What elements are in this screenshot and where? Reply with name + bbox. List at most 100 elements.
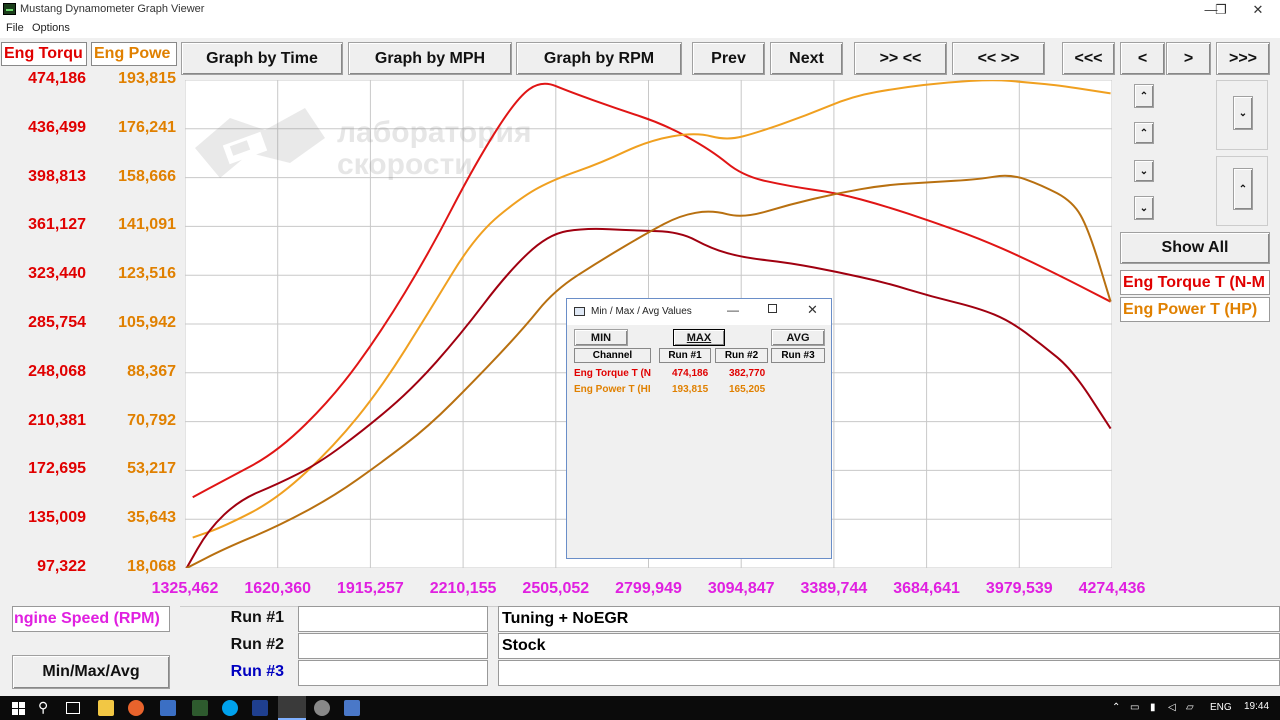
last-button[interactable]: >>>	[1216, 42, 1270, 75]
tray-battery-icon[interactable]: ▮	[1150, 702, 1156, 713]
dialog-row-torque-run1: 474,186	[672, 368, 709, 379]
menu-file[interactable]: File	[6, 22, 24, 34]
torque-tick-label: 210,381	[28, 411, 86, 429]
channel-power[interactable]: Eng Power T (HP)	[1120, 297, 1270, 322]
forward-button[interactable]: >	[1166, 42, 1211, 75]
scale-down-icon[interactable]: ⌄	[1134, 160, 1154, 182]
run-1-description[interactable]: Tuning + NoEGR	[498, 606, 1280, 632]
shift-down-icon[interactable]: ⌃	[1233, 168, 1253, 210]
torque-tick-label: 135,009	[28, 509, 86, 527]
scale-up-fast-icon[interactable]: ⌃	[1134, 84, 1154, 108]
tray-language[interactable]: ENG	[1210, 702, 1232, 713]
run-3-file[interactable]	[298, 660, 488, 686]
channel-torque[interactable]: Eng Torque T (N-M	[1120, 270, 1270, 295]
dialog-row-power-run1: 193,815	[672, 384, 709, 395]
torque-tick-label: 361,127	[28, 216, 86, 234]
photos-icon[interactable]	[344, 700, 360, 716]
scale-up-icon[interactable]: ⌃	[1134, 122, 1154, 144]
run-1-label: Run #1	[230, 609, 284, 626]
watermark-text-2: скорости	[337, 148, 473, 181]
dialog-row-power-run2: 165,205	[729, 384, 766, 395]
active-dyno-task-icon[interactable]	[278, 696, 306, 720]
power-tick-label: 70,792	[127, 411, 176, 429]
run-3-label: Run #3	[230, 663, 284, 680]
min-max-avg-button[interactable]: Min/Max/Avg	[12, 655, 170, 689]
tray-network-icon[interactable]: ▭	[1130, 702, 1139, 713]
app-icon-2[interactable]	[252, 700, 268, 716]
dyno-app-icon[interactable]	[192, 700, 208, 716]
run-2-file[interactable]	[298, 633, 488, 659]
dialog-row-power-channel: Eng Power T (HI	[574, 384, 651, 395]
app-icon-3[interactable]	[314, 700, 330, 716]
task-view-icon[interactable]	[66, 702, 80, 714]
x-channel-selector[interactable]: ngine Speed (RPM)	[12, 606, 170, 632]
tray-notification-icon[interactable]: ▱	[1186, 702, 1194, 713]
window-title: Mustang Dynamometer Graph Viewer	[20, 3, 205, 15]
run-3-description[interactable]	[498, 660, 1280, 686]
dialog-minimize-icon[interactable]: —	[727, 303, 739, 317]
power-tick-label: 53,217	[127, 460, 176, 478]
dialog-col-run3: Run #3	[771, 348, 825, 363]
power-tick-label: 141,091	[118, 216, 176, 234]
power-tick-label: 193,815	[118, 70, 176, 87]
next-button[interactable]: Next	[770, 42, 843, 75]
menu-bar	[0, 20, 1280, 38]
power-tick-label: 88,367	[127, 362, 176, 380]
torque-tick-label: 436,499	[28, 118, 86, 136]
torque-tick-label: 285,754	[28, 314, 86, 331]
dialog-max-button[interactable]: MAX	[673, 329, 725, 346]
min-max-avg-dialog: Min / Max / Avg Values — ✕ MIN MAX AVG C…	[566, 298, 832, 559]
show-all-button[interactable]: Show All	[1120, 232, 1270, 264]
skype-icon[interactable]	[222, 700, 238, 716]
search-icon[interactable]: ⚲	[38, 699, 48, 716]
zoom-out-x-button[interactable]: << >>	[952, 42, 1045, 75]
torque-tick-label: 323,440	[28, 265, 86, 283]
dialog-row-torque-channel: Eng Torque T (N	[574, 368, 652, 379]
firefox-icon[interactable]	[128, 700, 144, 716]
windows-start-icon[interactable]	[12, 702, 25, 715]
torque-tick-label: 248,068	[28, 362, 86, 380]
graph-by-rpm-button[interactable]: Graph by RPM	[516, 42, 682, 75]
back-button[interactable]: <	[1120, 42, 1165, 75]
run-1-file[interactable]	[298, 606, 488, 632]
run-2-description[interactable]: Stock	[498, 633, 1280, 659]
tray-clock[interactable]: 19:44	[1244, 701, 1269, 712]
watermark-logo: лаборатория скорости	[195, 108, 532, 181]
torque-tick-label: 172,695	[28, 460, 86, 478]
dialog-avg-button[interactable]: AVG	[771, 329, 825, 346]
graph-by-time-button[interactable]: Graph by Time	[181, 42, 343, 75]
tray-chevron-icon[interactable]: ⌃	[1112, 702, 1120, 713]
first-button[interactable]: <<<	[1062, 42, 1115, 75]
dialog-col-run1: Run #1	[659, 348, 711, 363]
app-icon	[3, 3, 16, 15]
power-axis-header: Eng Powe	[91, 42, 177, 66]
tray-volume-icon[interactable]: ◁	[1168, 702, 1176, 713]
torque-tick-label: 474,186	[28, 70, 86, 87]
dialog-maximize-icon[interactable]	[768, 304, 777, 313]
torque-axis-header: Eng Torqu	[1, 42, 87, 66]
power-tick-label: 158,666	[118, 167, 176, 185]
power-tick-label: 123,516	[118, 265, 176, 283]
dialog-row-torque-run2: 382,770	[729, 368, 766, 379]
torque-tick-label: 97,322	[37, 558, 86, 575]
torque-tick-label: 398,813	[28, 167, 86, 185]
power-tick-label: 35,643	[127, 509, 176, 527]
dialog-title: Min / Max / Avg Values	[591, 306, 692, 317]
close-button[interactable]: ✕	[1240, 0, 1276, 20]
zoom-in-x-button[interactable]: >> <<	[854, 42, 947, 75]
power-tick-label: 18,068	[127, 558, 176, 575]
scale-down-fast-icon[interactable]: ⌄	[1134, 196, 1154, 220]
run-2-label: Run #2	[230, 636, 284, 653]
graph-by-mph-button[interactable]: Graph by MPH	[348, 42, 512, 75]
maximize-button[interactable]: ❐	[1204, 0, 1238, 20]
menu-options[interactable]: Options	[32, 22, 70, 34]
dialog-close-icon[interactable]: ✕	[807, 302, 818, 318]
file-explorer-icon[interactable]	[98, 700, 114, 716]
save-disk-icon[interactable]	[160, 700, 176, 716]
dialog-min-button[interactable]: MIN	[574, 329, 628, 346]
dialog-col-run2: Run #2	[715, 348, 768, 363]
shift-up-icon[interactable]: ⌄	[1233, 96, 1253, 130]
prev-button[interactable]: Prev	[692, 42, 765, 75]
power-tick-label: 176,241	[118, 118, 176, 136]
rpm-tick-label: 4274,436	[1078, 580, 1146, 597]
